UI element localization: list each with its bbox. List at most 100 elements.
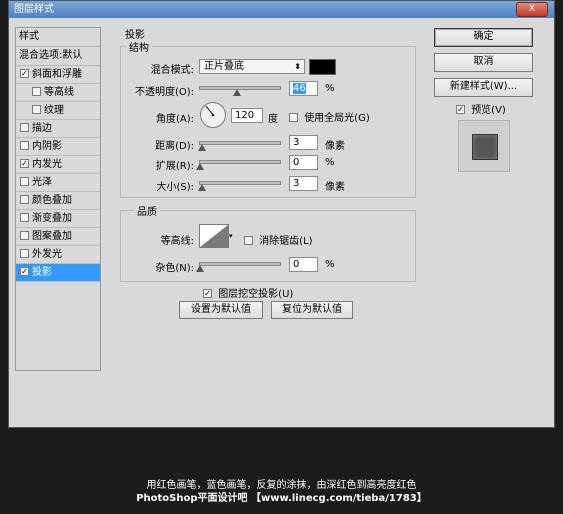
cancel-button[interactable]: 取消 xyxy=(434,53,533,72)
angle-needle-icon xyxy=(205,105,215,117)
blending-options-item[interactable]: 混合选项:默认 xyxy=(16,47,100,66)
style-item[interactable]: 纹理 xyxy=(16,102,100,120)
antialias-checkbox[interactable]: 消除锯齿(L) xyxy=(244,232,313,247)
style-item-checkbox[interactable] xyxy=(32,104,41,114)
style-item-label: 斜面和浮雕 xyxy=(32,69,82,80)
linear-contour-icon xyxy=(200,225,228,247)
style-item[interactable]: 描边 xyxy=(16,120,100,138)
distance-input[interactable]: 3 xyxy=(289,135,318,150)
reset-default-button[interactable]: 复位为默认值 xyxy=(271,301,353,319)
distance-slider-thumb[interactable] xyxy=(198,144,206,151)
style-item[interactable]: 光泽 xyxy=(16,174,100,192)
contour-picker[interactable] xyxy=(199,224,229,248)
distance-unit: 像素 xyxy=(325,141,345,152)
contour-dropdown-arrow-icon[interactable]: ▾ xyxy=(229,224,235,248)
style-item-checkbox[interactable]: ✓ xyxy=(20,266,29,276)
dialog-title: 图层样式 xyxy=(14,4,54,15)
ok-button[interactable]: 确定 xyxy=(434,28,533,47)
style-item-label: 渐变叠加 xyxy=(32,213,72,224)
style-item[interactable]: 图案叠加 xyxy=(16,228,100,246)
noise-label: 杂色(N): xyxy=(155,263,194,274)
style-item[interactable]: ✓ 投影 xyxy=(16,264,100,282)
preview-swatch xyxy=(472,134,498,160)
distance-label: 距离(D): xyxy=(155,141,194,152)
preview-checkbox[interactable]: ✓ 预览(V) xyxy=(456,101,506,116)
opacity-value: 46 xyxy=(293,83,306,94)
structure-group-title: 结构 xyxy=(126,39,152,54)
quality-group-title: 品质 xyxy=(134,203,160,218)
knockout-label: 图层挖空投影(U) xyxy=(218,289,294,300)
style-item-label: 光泽 xyxy=(32,177,52,188)
style-item-checkbox[interactable] xyxy=(20,122,29,132)
angle-dial[interactable] xyxy=(200,102,226,128)
style-item-label: 描边 xyxy=(32,123,52,134)
distance-slider[interactable] xyxy=(199,141,281,145)
contour-label: 等高线: xyxy=(160,236,194,247)
spread-input[interactable]: 0 xyxy=(289,155,318,170)
blend-mode-value: 正片叠底 xyxy=(204,61,244,72)
style-item-label: 纹理 xyxy=(44,105,64,116)
angle-unit: 度 xyxy=(268,114,278,125)
global-light-label: 使用全局光(G) xyxy=(304,113,370,124)
antialias-label: 消除锯齿(L) xyxy=(259,236,313,247)
global-light-checkbox[interactable]: 使用全局光(G) xyxy=(289,109,370,124)
blend-mode-label: 混合模式: xyxy=(150,65,194,76)
antialias-check[interactable] xyxy=(244,235,253,245)
close-button[interactable]: X xyxy=(516,2,548,17)
style-item[interactable]: 渐变叠加 xyxy=(16,210,100,228)
angle-label: 角度(A): xyxy=(155,114,194,125)
spread-slider[interactable] xyxy=(199,160,281,164)
opacity-input[interactable]: 46 xyxy=(289,81,318,96)
style-item-checkbox[interactable] xyxy=(20,140,29,150)
select-arrows-icon: ⬍ xyxy=(294,62,301,71)
spread-label: 扩展(R): xyxy=(155,161,194,172)
style-item-checkbox[interactable]: ✓ xyxy=(20,68,29,78)
size-slider[interactable] xyxy=(199,181,281,185)
style-item[interactable]: ✓ 斜面和浮雕 xyxy=(16,66,100,84)
noise-unit: % xyxy=(325,259,335,270)
size-label: 大小(S): xyxy=(156,182,194,193)
style-item-checkbox[interactable] xyxy=(20,230,29,240)
style-item[interactable]: ✓ 内发光 xyxy=(16,156,100,174)
style-item-label: 内发光 xyxy=(32,159,62,170)
style-item-checkbox[interactable] xyxy=(20,194,29,204)
noise-slider[interactable] xyxy=(199,262,281,266)
noise-input[interactable]: 0 xyxy=(289,257,318,272)
blend-mode-select[interactable]: 正片叠底 ⬍ xyxy=(199,59,305,74)
shadow-color-swatch[interactable] xyxy=(309,59,336,75)
style-item[interactable]: 外发光 xyxy=(16,246,100,264)
opacity-slider-thumb[interactable] xyxy=(232,89,241,96)
preview-label: 预览(V) xyxy=(471,105,506,116)
style-item-checkbox[interactable] xyxy=(20,212,29,222)
noise-slider-thumb[interactable] xyxy=(196,265,204,272)
style-item-checkbox[interactable] xyxy=(32,86,41,96)
style-item[interactable]: 等高线 xyxy=(16,84,100,102)
styles-header[interactable]: 样式 xyxy=(16,28,100,47)
size-unit: 像素 xyxy=(325,182,345,193)
make-default-button[interactable]: 设置为默认值 xyxy=(179,301,263,319)
style-item-checkbox[interactable] xyxy=(20,176,29,186)
dialog-titlebar: 图层样式 X xyxy=(9,1,554,18)
style-preview xyxy=(458,120,510,172)
style-item[interactable]: 颜色叠加 xyxy=(16,192,100,210)
caption-line2: PhotoShop平面设计吧 【www.linecg.com/tieba/178… xyxy=(136,493,427,504)
knockout-checkbox[interactable]: ✓ 图层挖空投影(U) xyxy=(203,285,293,300)
spread-unit: % xyxy=(325,157,335,168)
style-item-checkbox[interactable] xyxy=(20,248,29,258)
knockout-check[interactable]: ✓ xyxy=(203,288,212,298)
size-slider-thumb[interactable] xyxy=(198,184,206,191)
style-item-label: 内阴影 xyxy=(32,141,62,152)
opacity-unit: % xyxy=(325,83,335,94)
new-style-button[interactable]: 新建样式(W)... xyxy=(434,78,533,97)
styles-list-panel: 样式 混合选项:默认 ✓ 斜面和浮雕 等高线 纹理 描边 内阴影 ✓ 内发光 光泽 颜色叠加 渐变叠… xyxy=(15,27,101,371)
spread-slider-thumb[interactable] xyxy=(196,163,204,170)
style-item[interactable]: 内阴影 xyxy=(16,138,100,156)
preview-check[interactable]: ✓ xyxy=(456,104,465,114)
global-light-check[interactable] xyxy=(289,112,298,122)
style-item-label: 投影 xyxy=(32,267,52,278)
style-item-label: 外发光 xyxy=(32,249,62,260)
style-item-checkbox[interactable]: ✓ xyxy=(20,158,29,168)
angle-input[interactable]: 120 xyxy=(231,108,263,123)
size-input[interactable]: 3 xyxy=(289,176,318,191)
style-item-label: 图案叠加 xyxy=(32,231,72,242)
